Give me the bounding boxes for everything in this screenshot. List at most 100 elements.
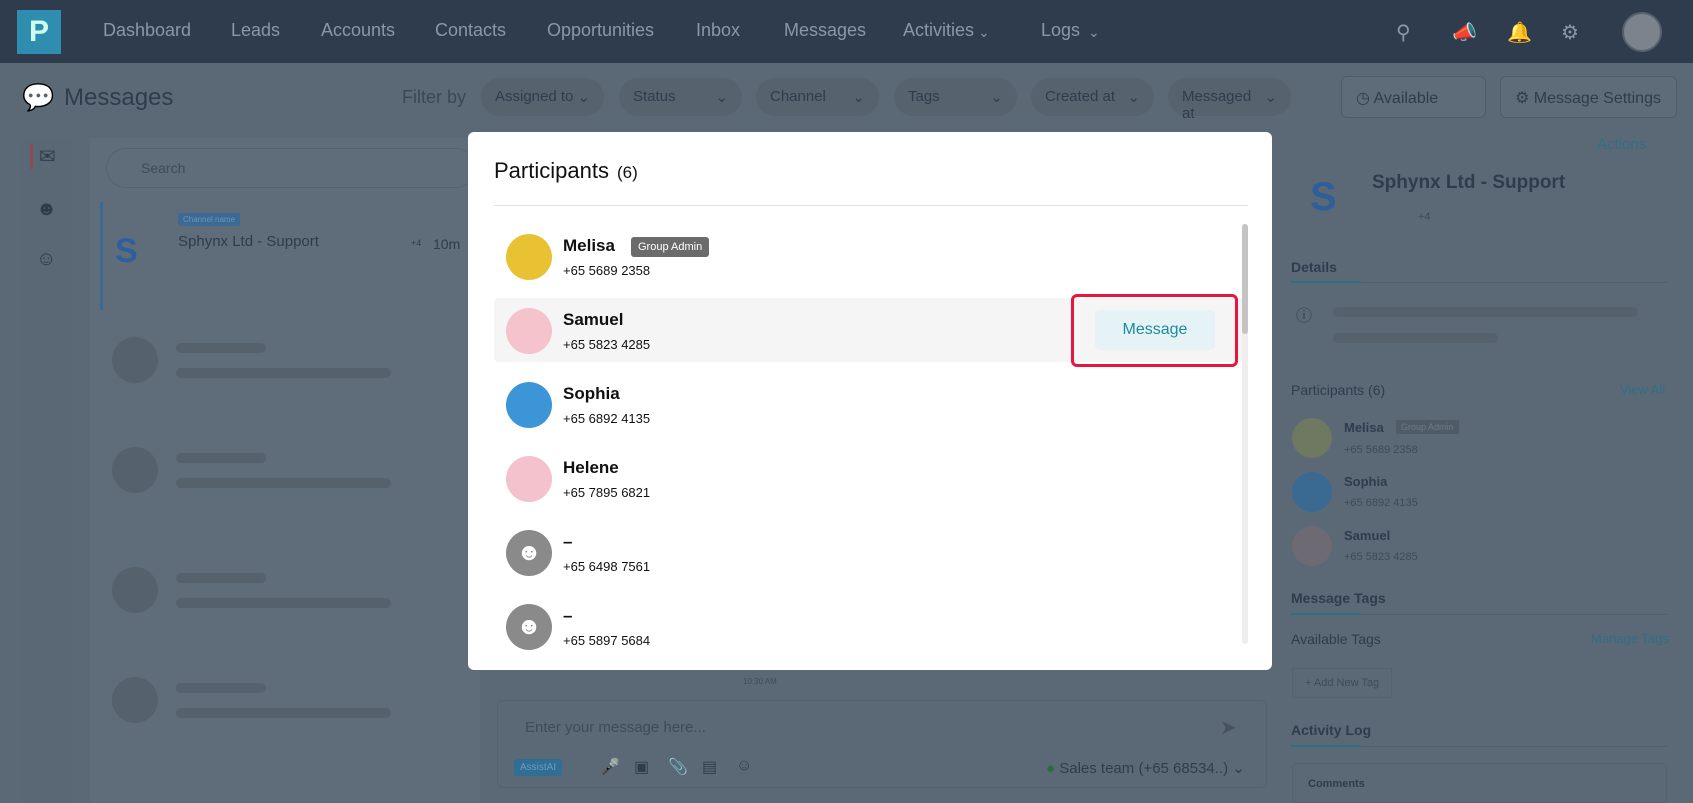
modal-title: Participants (6) [494, 158, 638, 184]
availability-label: Available [1373, 90, 1439, 107]
participant-name: Samuel [1344, 528, 1391, 543]
assist-ai-button[interactable]: AssistAI [514, 759, 563, 776]
filter-label-text: Created at [1045, 88, 1116, 105]
image-icon[interactable]: ▣ [634, 757, 649, 777]
chevron-down-icon: ⌄ [1264, 89, 1277, 106]
comments-tab[interactable]: Comments [1292, 763, 1667, 803]
attachment-icon[interactable]: 📎 [668, 757, 688, 777]
message-settings-button[interactable]: ⚙ Message Settings [1500, 76, 1677, 118]
participant-avatar [1292, 472, 1332, 512]
participant-phone: +65 6892 4135 [1344, 497, 1418, 509]
extra-count: +4 [411, 238, 422, 248]
participant-name-text: Samuel [563, 310, 624, 329]
modal-title-text: Participants [494, 158, 609, 183]
availability-dropdown[interactable]: ◷ Available [1341, 76, 1486, 118]
nav-accounts[interactable]: Accounts [321, 20, 395, 41]
page-title: Messages [64, 84, 174, 111]
status-icon: ◷ [1356, 90, 1374, 107]
company-logo: S [1310, 175, 1337, 219]
filter-channel[interactable]: Channel ⌄ [756, 78, 879, 116]
nav-contacts[interactable]: Contacts [435, 20, 506, 41]
participant-avatar [506, 308, 552, 354]
filter-messaged-at[interactable]: Messaged at ⌄ [1168, 78, 1291, 122]
view-all-link[interactable]: View All [1620, 382, 1665, 397]
nav-logs[interactable]: Logs [1041, 20, 1080, 41]
template-icon[interactable]: ▤ [702, 757, 717, 777]
nav-inbox[interactable]: Inbox [696, 20, 740, 41]
activity-log-section[interactable]: Activity Log [1291, 722, 1371, 738]
actions-dropdown[interactable]: Actions [1597, 136, 1646, 153]
participant-name: – [563, 606, 572, 626]
participants-count: (6) [616, 163, 638, 182]
filter-label: Filter by [402, 87, 467, 107]
search-input[interactable]: Search [106, 148, 476, 188]
extra-count: +4 [1418, 211, 1431, 223]
user-avatar[interactable] [1622, 12, 1662, 52]
send-icon[interactable]: ➤ [1220, 715, 1237, 740]
bell-icon[interactable]: 🔔 [1507, 20, 1532, 45]
nav-opportunities[interactable]: Opportunities [547, 20, 654, 41]
messages-icon: 💬 [22, 82, 55, 112]
filter-assigned-to[interactable]: Assigned to ⌄ [481, 78, 604, 116]
participants-label: Participants (6) [1291, 382, 1385, 398]
participant-name-text: Melisa [563, 236, 615, 255]
sender-label: Sales team (+65 68534..) [1059, 760, 1229, 777]
participant-phone: +65 6498 7561 [563, 559, 651, 574]
filter-label-text: Channel [770, 88, 826, 105]
manage-tags-link[interactable]: Manage Tags [1591, 631, 1669, 646]
megaphone-icon[interactable]: 📣 [1452, 20, 1477, 45]
details-section[interactable]: Details [1291, 259, 1337, 275]
participant-name: Sophia [1344, 474, 1388, 489]
add-new-tag-button[interactable]: + Add New Tag [1292, 668, 1393, 698]
message-tags-section[interactable]: Message Tags [1291, 590, 1386, 606]
conversation-time: 10m [433, 236, 461, 252]
participant-row[interactable]: Helene +65 7895 6821 [494, 446, 1248, 510]
participant-name: Samuel [563, 310, 623, 330]
left-rail: ✉ ☻ ☺ [22, 138, 72, 802]
participant-name: Melisa [1344, 420, 1384, 435]
participant-phone: +65 5823 4285 [1344, 551, 1418, 563]
app-logo[interactable]: P [17, 10, 61, 54]
top-nav: P Dashboard Leads Accounts Contacts Oppo… [0, 0, 1693, 63]
filter-status[interactable]: Status ⌄ [619, 78, 742, 116]
participants-modal: Participants (6) Melisa Group Admin +65 56… [468, 132, 1272, 670]
nav-leads[interactable]: Leads [231, 20, 280, 41]
filter-tags[interactable]: Tags ⌄ [894, 78, 1017, 116]
participant-row[interactable]: Melisa Group Admin +65 5689 2358 [494, 224, 1248, 288]
participant-row[interactable]: ☻ – +65 6498 7561 [494, 520, 1248, 584]
participant-phone: +65 7895 6821 [563, 485, 651, 500]
sender-dropdown[interactable]: ● Sales team (+65 68534..) ⌄ [1046, 759, 1245, 777]
message-input[interactable]: Enter your message here... [525, 719, 706, 736]
inbox-icon[interactable]: ✉ [30, 144, 56, 169]
participants-label-text: Participants [1291, 382, 1365, 398]
user-icon[interactable]: ☺ [36, 248, 56, 271]
participant-avatar [1292, 526, 1332, 566]
participant-avatar [506, 456, 552, 502]
settings-label: Message Settings [1533, 90, 1661, 107]
nav-messages[interactable]: Messages [784, 20, 866, 41]
filter-created-at[interactable]: Created at ⌄ [1031, 78, 1154, 116]
nav-activities[interactable]: Activities [903, 20, 974, 41]
chevron-down-icon: ⌄ [577, 89, 590, 106]
divider [494, 205, 1248, 206]
participant-name: Helene [563, 458, 619, 478]
chevron-down-icon: ⌄ [715, 89, 728, 106]
conversation-item[interactable]: Channel name Sphynx Ltd - Support S 10m … [100, 202, 480, 310]
assigned-user-icon[interactable]: ☻ [36, 198, 57, 221]
participant-row[interactable]: ☻ – +65 5897 5684 [494, 594, 1248, 658]
info-icon: ⓘ [1296, 308, 1313, 325]
composer: Enter your message here... ➤ AssistAI 🎤 … [497, 700, 1267, 788]
search-icon[interactable]: ⚲ [1396, 20, 1411, 45]
emoji-icon[interactable]: ☺ [736, 757, 752, 775]
group-admin-badge: Group Admin [630, 236, 710, 257]
nav-dashboard[interactable]: Dashboard [103, 20, 191, 41]
message-button[interactable]: Message [1095, 310, 1215, 350]
participants-count: (6) [1368, 382, 1386, 398]
scrollbar-thumb[interactable] [1242, 224, 1248, 334]
chevron-down-icon: ⌄ [978, 24, 990, 40]
microphone-icon[interactable]: 🎤 [600, 757, 620, 777]
participant-phone: +65 6892 4135 [563, 411, 651, 426]
gear-icon[interactable]: ⚙ [1561, 20, 1579, 45]
participant-avatar [1292, 418, 1332, 458]
participant-row[interactable]: Sophia +65 6892 4135 [494, 372, 1248, 436]
